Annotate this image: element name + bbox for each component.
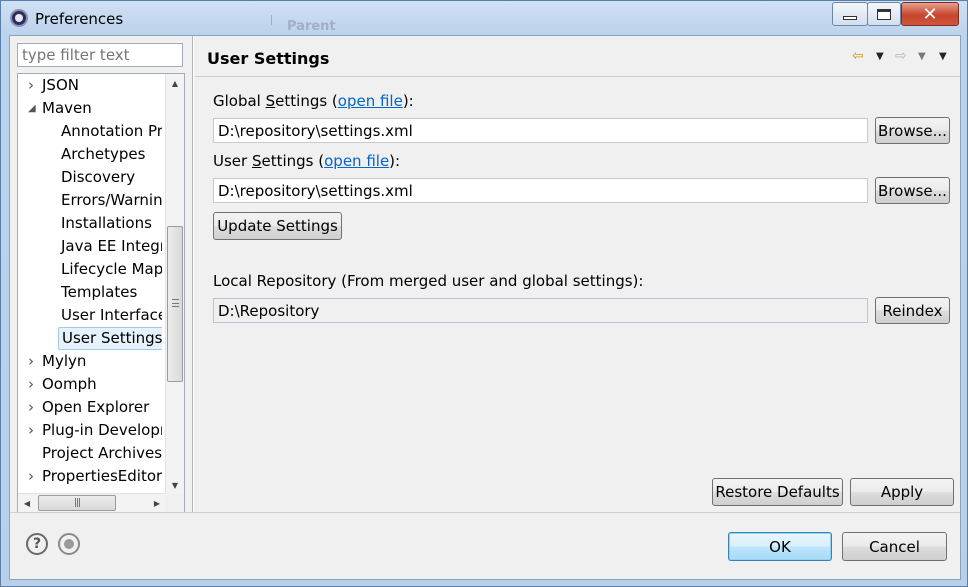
tree-collapsed-chevron-icon[interactable]: › — [28, 419, 34, 442]
dialog-client-area: › JSON ◢ MavenAnnotation PrArchetypesDiscov… — [9, 35, 961, 580]
tree-collapsed-chevron-icon[interactable]: › — [28, 74, 34, 97]
vertical-scroll-thumb[interactable] — [167, 226, 183, 382]
tree-collapsed-chevron-icon[interactable]: › — [28, 396, 34, 419]
arrow-left-icon[interactable]: ⇦ — [852, 48, 864, 64]
tree-item[interactable]: JSON — [42, 74, 79, 97]
eclipse-app-icon — [10, 9, 28, 27]
tree-horizontal-scrollbar[interactable]: ◀ ||| ▶ — [18, 493, 166, 512]
record-macro-icon[interactable] — [58, 533, 80, 555]
scroll-down-icon[interactable]: ▼ — [166, 476, 184, 494]
horizontal-scroll-thumb[interactable]: ||| — [38, 495, 116, 511]
apply-button[interactable]: Apply — [850, 478, 954, 506]
user-settings-open-file-link[interactable]: open file — [324, 152, 389, 170]
preference-tree: › JSON ◢ Maven Annotation Pr Archetypes Discov… — [17, 73, 185, 513]
user-settings-field[interactable]: D:\repository\settings.xml — [213, 178, 868, 203]
tree-vertical-scrollbar[interactable]: ▲ ▼ — [165, 74, 184, 494]
reindex-button[interactable]: Reindex — [875, 297, 950, 324]
tree-item[interactable]: Open Explorer — [42, 396, 149, 419]
tree-item[interactable]: Oomph — [42, 373, 97, 396]
tree-item[interactable]: Archetypes — [61, 143, 145, 166]
page-header: User Settings ⇦ ▼ ⇨ ▼ ▼ — [195, 37, 960, 77]
user-settings-label-text2: ettings ( — [261, 152, 325, 170]
filter-input[interactable] — [17, 43, 183, 67]
title-bar[interactable]: Preferences Parent ✕ — [1, 1, 967, 35]
local-repository-label: Local Repository (From merged user and g… — [213, 272, 644, 290]
tree-expanded-chevron-icon[interactable]: ◢ — [28, 97, 36, 120]
global-settings-label-text: Global — [213, 92, 266, 110]
background-window-ghost: Parent — [261, 1, 781, 35]
global-settings-open-file-link[interactable]: open file — [338, 92, 403, 110]
tree-item[interactable]: Project Archives — [42, 442, 162, 465]
minimize-icon — [843, 16, 857, 20]
local-repository-field: D:\Repository — [213, 298, 868, 323]
preferences-window: Preferences Parent ✕ › JSON ◢ MavenAnnotati… — [0, 0, 968, 587]
cancel-button[interactable]: Cancel — [842, 532, 947, 561]
tree-item[interactable]: User Interface — [61, 304, 162, 327]
user-settings-browse-button[interactable]: Browse... — [875, 177, 950, 204]
scroll-left-icon[interactable]: ◀ — [18, 494, 36, 512]
back-history-chevron-down-icon[interactable]: ▼ — [876, 51, 884, 62]
tree-item[interactable]: Templates — [61, 281, 137, 304]
tree-item[interactable]: Installations — [61, 212, 152, 235]
ok-button[interactable]: OK — [728, 532, 832, 561]
tree-collapsed-chevron-icon[interactable]: › — [28, 350, 34, 373]
global-settings-label: Global Settings (open file): — [213, 92, 414, 110]
arrow-right-icon[interactable]: ⇨ — [895, 48, 907, 64]
scroll-up-icon[interactable]: ▲ — [166, 74, 184, 92]
update-settings-button[interactable]: Update Settings — [213, 212, 342, 240]
scroll-right-icon[interactable]: ▶ — [148, 494, 166, 512]
view-menu-chevron-down-icon[interactable]: ▼ — [939, 51, 947, 62]
scrollbar-corner — [165, 493, 184, 512]
tree-item[interactable]: User Settings — [58, 327, 162, 350]
user-settings-label-text: User — [213, 152, 252, 170]
restore-defaults-button[interactable]: Restore Defaults — [712, 478, 843, 506]
user-settings-mnemonic: S — [251, 152, 262, 170]
window-title: Preferences — [35, 10, 124, 28]
global-settings-label-end: ): — [402, 92, 414, 110]
help-icon[interactable]: ? — [26, 533, 48, 555]
forward-history-chevron-down-icon[interactable]: ▼ — [918, 51, 926, 62]
pane-sash[interactable] — [192, 36, 194, 512]
tree-viewport: › JSON ◢ Maven Annotation Pr Archetypes Discov… — [18, 74, 162, 494]
minimize-button[interactable] — [832, 2, 868, 26]
user-settings-label: User Settings (open file): — [213, 152, 400, 170]
tree-item[interactable]: Mylyn — [42, 350, 86, 373]
page-title: User Settings — [207, 49, 330, 68]
user-settings-label-end: ): — [389, 152, 401, 170]
tree-item[interactable]: Java EE Integra — [61, 235, 162, 258]
tree-item[interactable]: Maven — [42, 97, 92, 120]
tree-item[interactable]: Lifecycle Mapp — [61, 258, 162, 281]
global-settings-label-text2: ettings ( — [275, 92, 338, 110]
ghost-chevron-icon — [271, 15, 281, 25]
ghost-title: Parent — [287, 19, 336, 34]
maximize-button[interactable] — [867, 2, 901, 26]
close-button[interactable]: ✕ — [901, 2, 959, 26]
tree-item[interactable]: PropertiesEditor — [42, 465, 162, 488]
scroll-grip-icon — [172, 299, 179, 307]
global-settings-field[interactable]: D:\repository\settings.xml — [213, 118, 868, 143]
close-icon: ✕ — [922, 3, 938, 25]
tree-item[interactable]: Annotation Pr — [61, 120, 162, 143]
tree-item[interactable]: Plug-in Developn — [42, 419, 162, 442]
tree-item[interactable]: Discovery — [61, 166, 135, 189]
maximize-icon — [877, 8, 891, 20]
global-settings-browse-button[interactable]: Browse... — [875, 117, 950, 144]
tree-item[interactable]: Errors/Warnin — [61, 189, 162, 212]
tree-collapsed-chevron-icon[interactable]: › — [28, 465, 34, 488]
footer-separator — [10, 512, 960, 513]
tree-collapsed-chevron-icon[interactable]: › — [28, 373, 34, 396]
global-settings-mnemonic: S — [265, 92, 276, 110]
